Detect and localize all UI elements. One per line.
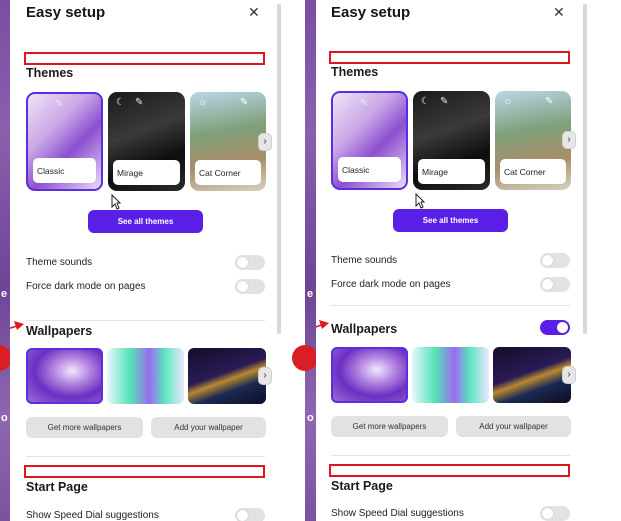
theme-sounds-label: Theme sounds (26, 257, 93, 268)
force-dark-toggle[interactable] (540, 277, 570, 292)
theme-sounds-toggle[interactable] (540, 253, 570, 268)
sun-icon: ☼ (36, 99, 46, 110)
wallpaper-thumb[interactable] (188, 348, 266, 404)
add-your-wallpaper-button[interactable]: Add your wallpaper (151, 417, 266, 438)
speed-dial-label: Show Speed Dial suggestions (26, 510, 159, 521)
wallpaper-thumb[interactable] (493, 347, 571, 403)
moon-icon: ☾ (421, 96, 430, 107)
toggle-knob (542, 279, 553, 290)
next-themes-button[interactable]: › (258, 133, 272, 151)
toggle-knob (542, 255, 553, 266)
screenshot-stage: e o e o Easy setup ✕ Themes ☼ ✎ Classic … (0, 0, 621, 521)
speed-dial-toggle[interactable] (235, 508, 265, 521)
divider (331, 305, 570, 306)
wallpapers-heading: Wallpapers (331, 322, 398, 336)
mouse-cursor-icon (415, 193, 425, 209)
toggle-knob (557, 322, 568, 333)
pencil-icon[interactable]: ✎ (545, 96, 553, 107)
annotation-red-box (24, 52, 265, 65)
annotation-red-box (329, 51, 570, 64)
scrollbar[interactable] (277, 4, 281, 334)
get-more-wallpapers-button[interactable]: Get more wallpapers (331, 416, 448, 437)
next-wallpapers-button[interactable]: › (258, 367, 272, 385)
pencil-icon[interactable]: ✎ (55, 99, 63, 110)
background-white-area (589, 0, 621, 521)
toggle-knob (237, 257, 248, 268)
panel-title: Easy setup (331, 4, 411, 21)
force-dark-label: Force dark mode on pages (26, 281, 146, 292)
start-page-heading: Start Page (26, 480, 88, 494)
sun-icon: ☼ (341, 98, 351, 109)
background-wallpaper (0, 0, 10, 521)
theme-sounds-toggle[interactable] (235, 255, 265, 270)
theme-label: Mirage (418, 159, 485, 184)
theme-card-mirage[interactable]: ☾ ✎ Mirage (108, 92, 185, 191)
scrollbar[interactable] (583, 4, 587, 334)
themes-heading: Themes (331, 65, 379, 79)
theme-card-cat-corner[interactable]: ☼ ✎ Cat Corner (495, 91, 571, 190)
background-white-area (283, 0, 305, 521)
theme-label: Cat Corner (195, 160, 261, 185)
annotation-red-box (329, 464, 570, 477)
moon-icon: ☾ (116, 97, 125, 108)
speed-dial-toggle[interactable] (540, 506, 570, 521)
wallpaper-thumb[interactable] (107, 348, 184, 404)
toggle-knob (237, 281, 248, 292)
theme-label: Mirage (113, 160, 180, 185)
get-more-wallpapers-button[interactable]: Get more wallpapers (26, 417, 143, 438)
mouse-cursor-icon (111, 194, 121, 210)
edge-char: o (307, 412, 314, 424)
pencil-icon[interactable]: ✎ (240, 97, 248, 108)
wallpapers-heading: Wallpapers (26, 324, 93, 338)
divider (26, 320, 265, 321)
panel-title: Easy setup (26, 4, 106, 21)
wallpapers-toggle[interactable] (540, 320, 570, 335)
theme-card-mirage[interactable]: ☾ ✎ Mirage (413, 91, 490, 190)
sun-icon: ☼ (198, 97, 208, 108)
sun-icon: ☼ (503, 96, 513, 107)
divider (26, 456, 265, 457)
pencil-icon[interactable]: ✎ (440, 96, 448, 107)
toggle-knob (237, 510, 248, 521)
edge-char: o (1, 412, 8, 424)
theme-sounds-label: Theme sounds (331, 255, 398, 266)
wallpaper-thumb[interactable] (412, 347, 489, 403)
close-button[interactable]: ✕ (248, 4, 260, 21)
theme-card-cat-corner[interactable]: ☼ ✎ Cat Corner (190, 92, 266, 191)
see-all-themes-button[interactable]: See all themes (88, 210, 203, 233)
next-wallpapers-button[interactable]: › (562, 366, 576, 384)
wallpaper-thumb[interactable] (26, 348, 103, 404)
background-page-left: e o (0, 0, 10, 521)
annotation-arrow-icon (10, 321, 24, 330)
next-themes-button[interactable]: › (562, 131, 576, 149)
edge-char: e (307, 288, 314, 300)
divider (331, 455, 570, 456)
annotation-red-box (24, 465, 265, 478)
start-page-heading: Start Page (331, 479, 393, 493)
easy-setup-panel: Easy setup ✕ Themes ☼ ✎ Classic ☾ ✎ Mira… (316, 0, 589, 521)
force-dark-toggle[interactable] (235, 279, 265, 294)
themes-heading: Themes (26, 66, 74, 80)
pencil-icon[interactable]: ✎ (360, 98, 368, 109)
force-dark-label: Force dark mode on pages (331, 279, 451, 290)
theme-label: Cat Corner (500, 159, 566, 184)
theme-label: Classic (33, 158, 96, 183)
speed-dial-label: Show Speed Dial suggestions (331, 508, 464, 519)
background-page-right (589, 0, 621, 521)
pencil-icon[interactable]: ✎ (135, 97, 143, 108)
theme-card-classic[interactable]: ☼ ✎ Classic (331, 91, 408, 190)
close-button[interactable]: ✕ (553, 4, 565, 21)
annotation-arrow-icon (316, 320, 329, 329)
theme-label: Classic (338, 157, 401, 182)
theme-card-classic[interactable]: ☼ ✎ Classic (26, 92, 103, 191)
wallpaper-thumb[interactable] (331, 347, 408, 403)
red-logo-fragment (292, 345, 318, 371)
edge-char: e (1, 288, 8, 300)
add-your-wallpaper-button[interactable]: Add your wallpaper (456, 416, 571, 437)
easy-setup-panel: Easy setup ✕ Themes ☼ ✎ Classic ☾ ✎ Mira… (10, 0, 283, 521)
see-all-themes-button[interactable]: See all themes (393, 209, 508, 232)
toggle-knob (542, 508, 553, 519)
